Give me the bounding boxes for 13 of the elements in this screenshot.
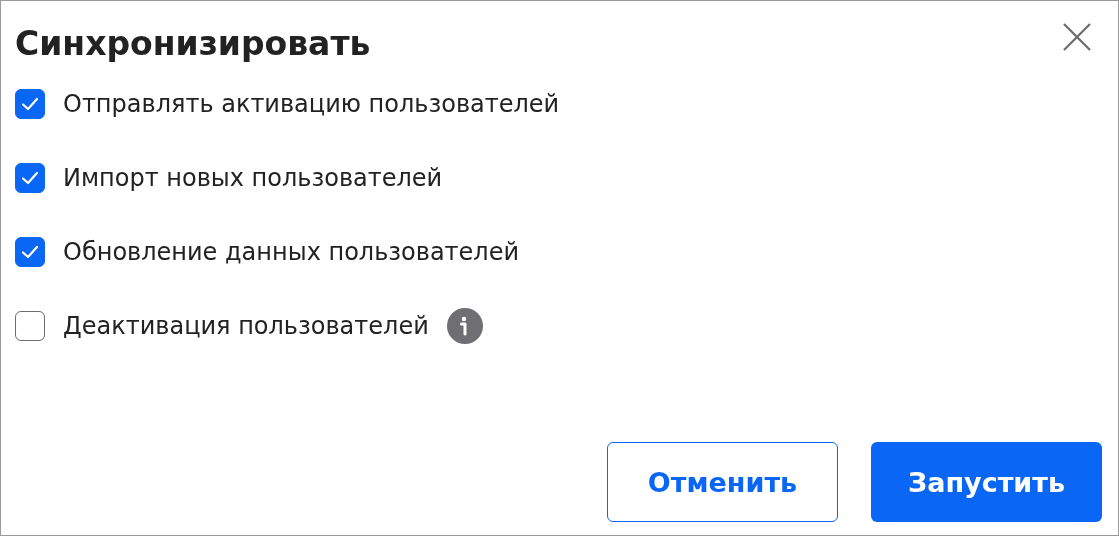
option-label: Импорт новых пользователей [63,164,443,192]
checkbox[interactable] [15,163,45,193]
option-label: Отправлять активацию пользователей [63,90,560,118]
close-icon[interactable] [1062,22,1092,52]
option-label: Обновление данных пользователей [63,238,520,266]
checkbox[interactable] [15,237,45,267]
start-button[interactable]: Запустить [871,442,1102,522]
dialog-title: Синхронизировать [15,23,371,63]
checkbox[interactable] [15,311,45,341]
info-icon[interactable] [446,308,483,344]
checkbox[interactable] [15,89,45,119]
option-label: Деактивация пользователей [63,312,429,340]
cancel-button[interactable]: Отменить [607,442,838,522]
